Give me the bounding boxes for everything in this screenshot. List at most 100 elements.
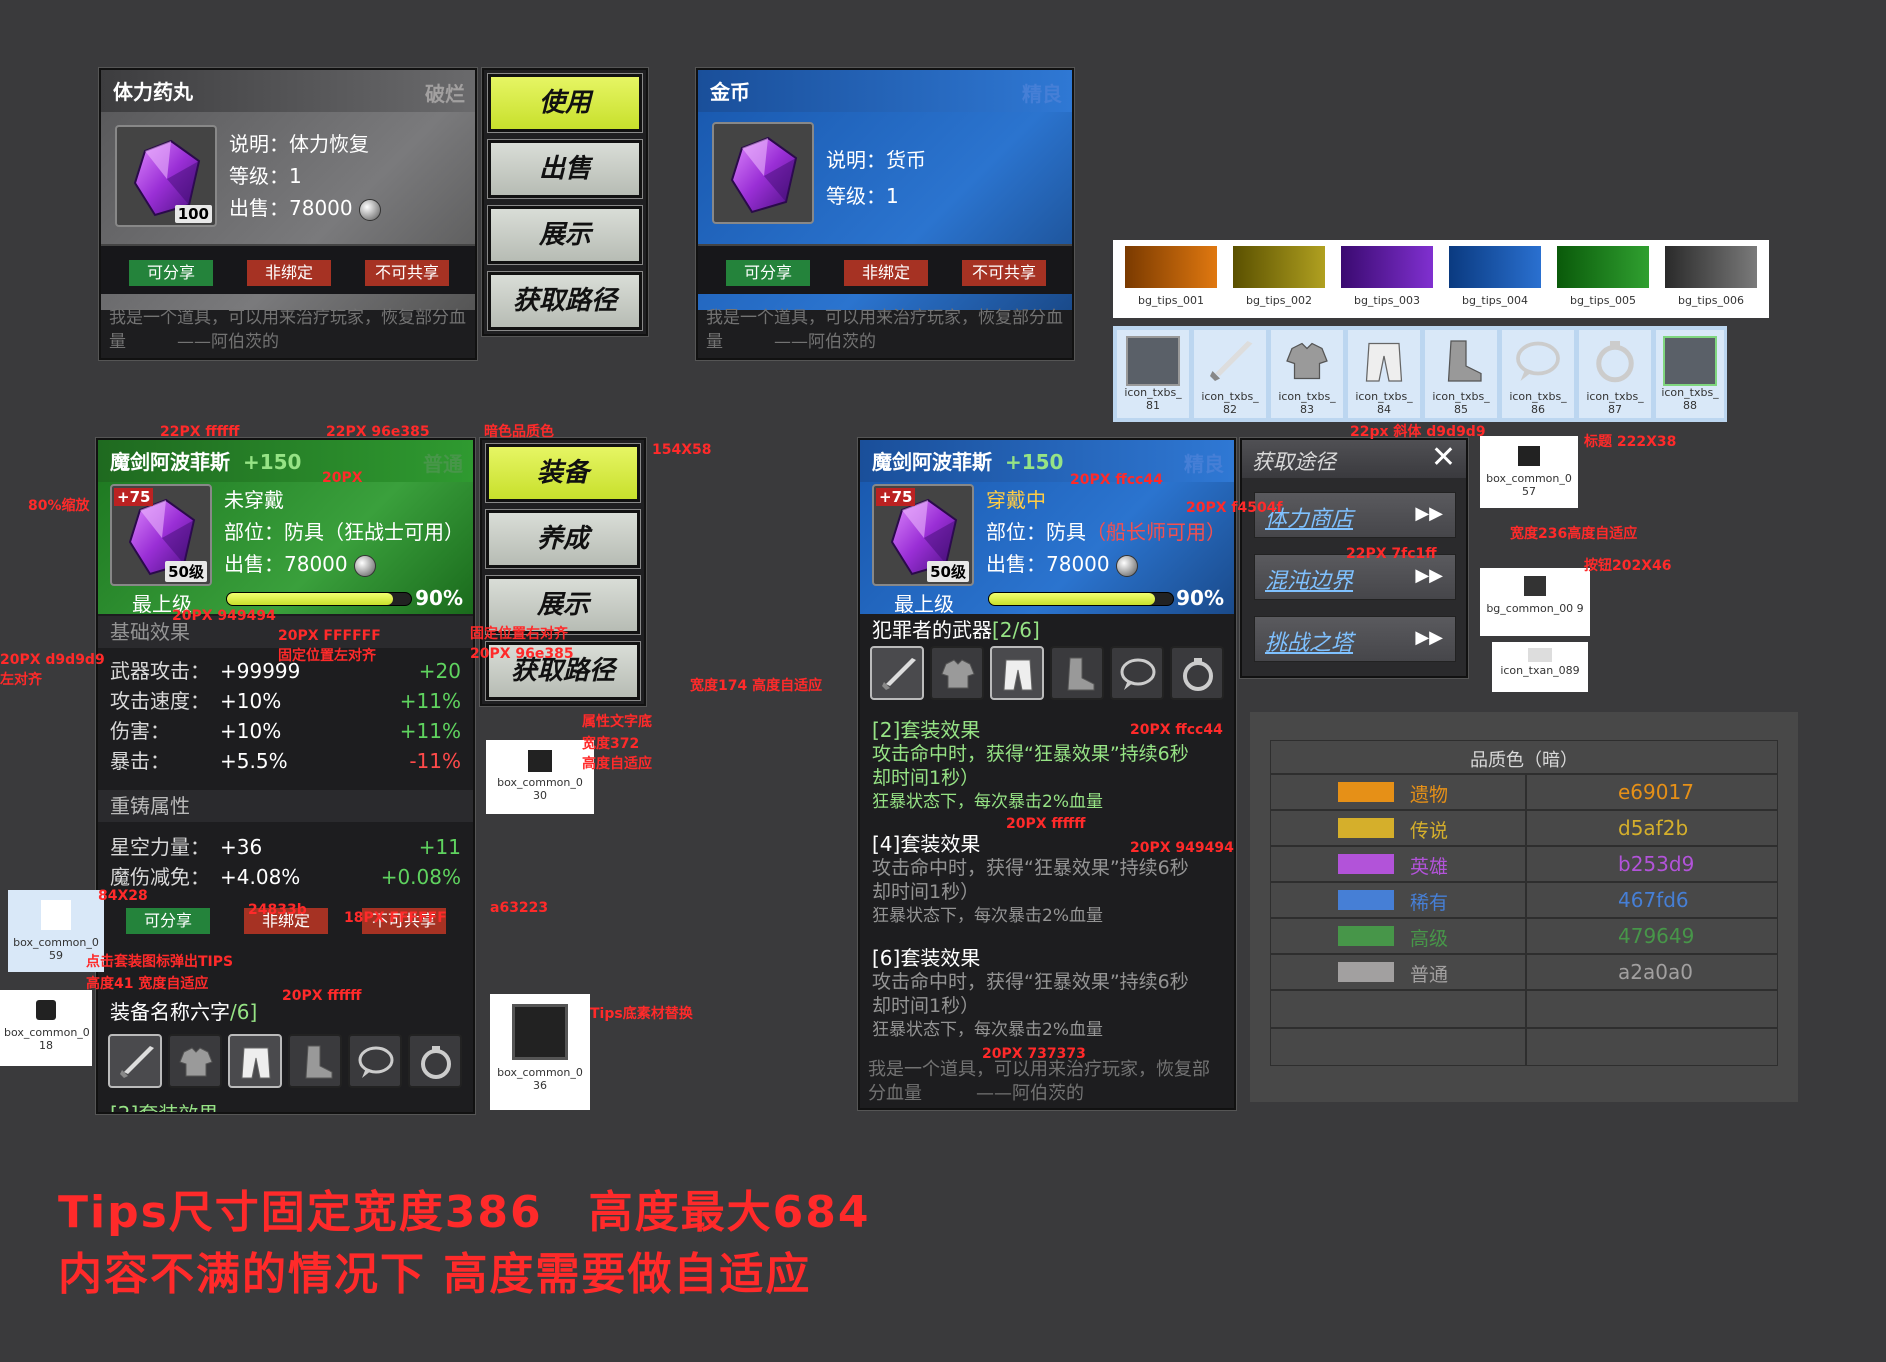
item-icon-slot[interactable]: 100 xyxy=(115,125,217,227)
quality-color-table: 品质色（暗） 遗物 e69017 传说 d5af2b 英雄 b253d9 稀有 … xyxy=(1250,712,1798,1102)
icon-txbs-item: icon_txbs_ 88 xyxy=(1656,330,1724,418)
annotation: 20PX ffcc44 xyxy=(1070,472,1163,488)
icon-txbs-item: icon_txbs_ 87 xyxy=(1579,330,1651,418)
item-icon-slot[interactable] xyxy=(712,122,814,224)
icon-txbs-strip: icon_txbs_ 81 icon_txbs_ 82 icon_txbs_ 83 i… xyxy=(1113,326,1727,422)
pants-icon xyxy=(1359,336,1409,386)
tag-row: 可分享 非绑定 不可共享 xyxy=(101,244,475,294)
acquire-item[interactable]: 体力商店 ▶▶ xyxy=(1254,492,1456,538)
quality-hex: 479649 xyxy=(1618,924,1695,948)
set-slot-armor[interactable] xyxy=(930,646,984,700)
item-plus: +150 xyxy=(242,450,302,474)
set-effect-line: 攻击命中时，获得“狂暴效果”持续6秒 xyxy=(872,971,1189,993)
annotation: 20PX ffffff xyxy=(1006,816,1086,832)
icon-txbs-item: icon_txbs_ 81 xyxy=(1117,330,1189,418)
item-icon-slot[interactable]: +75 50级 xyxy=(872,484,974,586)
annotation: 22PX 96e385 xyxy=(326,424,430,440)
annotation: 宽度174 高度自适应 xyxy=(690,678,823,694)
forward-icon: ▶▶ xyxy=(1415,565,1443,586)
set-slot-sword[interactable] xyxy=(870,646,924,700)
close-icon[interactable]: ✕ xyxy=(1431,440,1456,476)
annotation: 20PX xyxy=(322,470,363,486)
tips-header: 魔剑阿波菲斯 +150 精良 xyxy=(860,440,1234,482)
acquire-path-button[interactable]: 获取路径 xyxy=(488,272,642,330)
sell-value: 78000 xyxy=(289,196,353,220)
bg-tips-label: bg_tips_004 xyxy=(1461,294,1529,307)
set-slot-sword[interactable] xyxy=(108,1034,162,1088)
item-info: 未穿戴 部位：防具（狂战士可用） 出售：78000 xyxy=(224,484,464,580)
wear-status: 未穿戴 xyxy=(224,488,284,512)
item-title: 金币 xyxy=(710,80,750,104)
action-button-group: 使用 出售 展示 获取路径 xyxy=(482,68,648,336)
quality-swatch xyxy=(1338,854,1394,874)
item-icon-slot[interactable]: +75 50级 xyxy=(110,484,212,586)
max-level-label: 最上级 xyxy=(894,592,954,616)
icon-txbs-item: icon_txbs_ 85 xyxy=(1425,330,1497,418)
level-label: 等级： xyxy=(826,184,886,208)
item-plus: +150 xyxy=(1004,450,1064,474)
annotation: 20PX 949494 xyxy=(1130,840,1234,856)
set-slot-ring[interactable] xyxy=(408,1034,462,1088)
set-slot-ring[interactable] xyxy=(1170,646,1224,700)
level-label: 等级： xyxy=(229,164,289,188)
quality-hex: a2a0a0 xyxy=(1618,960,1693,984)
annotation: 20PX 949494 xyxy=(172,608,276,624)
boot-icon xyxy=(1436,336,1486,386)
quality-swatch xyxy=(1338,926,1394,946)
annotation: 20PX f4504f xyxy=(1186,500,1283,516)
quality-hex: b253d9 xyxy=(1618,852,1695,876)
level-value: 1 xyxy=(289,164,302,188)
set-slot-bubble[interactable] xyxy=(1110,646,1164,700)
show-button[interactable]: 展示 xyxy=(488,206,642,264)
coin-icon xyxy=(1115,554,1138,577)
set-effect-title: [6]套装效果 xyxy=(872,946,981,970)
equip-button[interactable]: 装备 xyxy=(486,444,640,502)
quality-name: 高级 xyxy=(1410,928,1449,950)
attr-row: 攻击速度： +10% +11% xyxy=(110,689,461,713)
set-header: 犯罪者的武器[2/6] xyxy=(872,618,1040,642)
slot-value: 防具 xyxy=(1046,520,1086,544)
item-description: 我是一个道具，可以用来治疗玩家，恢复部分血量 ——阿伯茨的 xyxy=(109,308,466,352)
attr-row: 伤害： +10% +11% xyxy=(110,719,461,743)
set-effect-line: 却时间1秒） xyxy=(872,881,980,903)
tag-shareable: 可分享 xyxy=(726,260,810,286)
annotation: 20PX 737373 xyxy=(982,1046,1086,1062)
icon-txbs-item: icon_txbs_ 86 xyxy=(1502,330,1574,418)
annotation: 点击套装图标弹出TIPS xyxy=(86,954,234,970)
set-slot-boot[interactable] xyxy=(1050,646,1104,700)
sell-button[interactable]: 出售 xyxy=(488,140,642,198)
asset-box-36: box_common_0 36 xyxy=(490,994,590,1110)
bg-tips-label: bg_tips_001 xyxy=(1137,294,1205,307)
tag-unbound: 非绑定 xyxy=(844,260,928,286)
annotation: 20PX FFFFFF xyxy=(278,628,381,644)
set-slot-pants[interactable] xyxy=(228,1034,282,1088)
annotation: 22PX 7fc1ff xyxy=(1346,546,1437,562)
set-slot-armor[interactable] xyxy=(168,1034,222,1088)
quality-label: 精良 xyxy=(1022,82,1062,106)
enhance-badge: +75 xyxy=(876,488,916,506)
quality-name: 英雄 xyxy=(1410,856,1449,878)
item-info: 穿戴中 部位：防具（船长师可用） 出售：78000 xyxy=(986,484,1226,580)
set-slot-bubble[interactable] xyxy=(348,1034,402,1088)
annotation: Tips底素材替换 xyxy=(590,1006,693,1022)
annotation: 22PX ffffff xyxy=(160,424,240,440)
progress-text: 90% xyxy=(415,586,463,610)
level-progress-bar xyxy=(988,592,1174,606)
quality-hex: e69017 xyxy=(1618,780,1694,804)
set-name: 装备名称六字 xyxy=(110,1000,230,1024)
bg-tips-item: bg_tips_004 xyxy=(1449,246,1541,307)
asset-box-18: box_common_0 18 xyxy=(0,990,92,1066)
quality-label: 破烂 xyxy=(425,82,465,106)
selected-slot-icon xyxy=(1663,336,1717,386)
tag-shareable: 可分享 xyxy=(129,260,213,286)
set-slot-pants[interactable] xyxy=(990,646,1044,700)
upgrade-button[interactable]: 养成 xyxy=(486,510,640,568)
slot-label: 部位： xyxy=(224,520,284,544)
set-slot-boot[interactable] xyxy=(288,1034,342,1088)
set-count: /6] xyxy=(230,1000,258,1024)
acquire-item[interactable]: 挑战之塔 ▶▶ xyxy=(1254,616,1456,662)
item-title: 魔剑阿波菲斯 xyxy=(872,450,992,474)
annotation: 暗色品质色 xyxy=(484,424,554,440)
attr-row: 暴击： +5.5% -11% xyxy=(110,749,461,773)
use-button[interactable]: 使用 xyxy=(488,74,642,132)
